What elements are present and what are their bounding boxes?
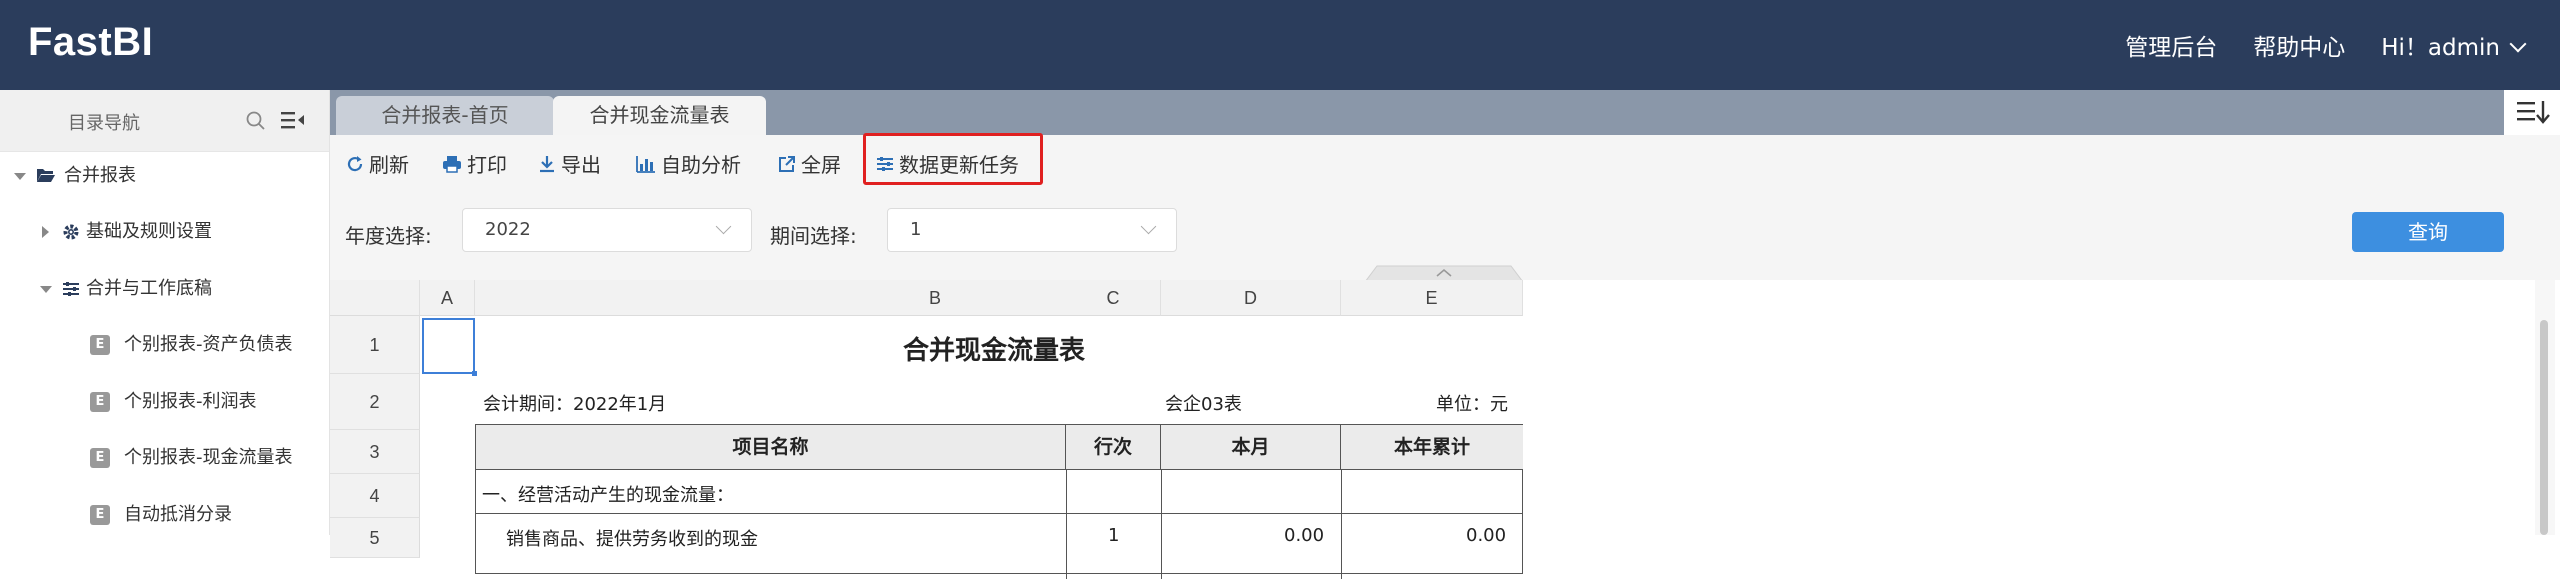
collapse-menu-icon[interactable] (280, 108, 306, 132)
report-title: 合并现金流量表 (903, 336, 1086, 366)
header-this-month: 本月 (1161, 425, 1341, 469)
tree-item-label: 个别报表-利润表 (124, 391, 257, 412)
year-select[interactable]: 2022 (462, 208, 752, 252)
folder-open-icon (37, 169, 55, 182)
row-header-1[interactable]: 1 (330, 316, 420, 374)
selected-cell-a1[interactable] (422, 318, 475, 374)
column-header-e[interactable]: E (1341, 280, 1523, 316)
external-link-icon (779, 155, 795, 172)
row5-item: 销售商品、提供劳务收到的现金 (506, 529, 758, 550)
period-label: 期间选择: (770, 224, 857, 248)
top-header: FastBI 管理后台 帮助中心 Hi！admin (0, 0, 2560, 90)
column-header-c[interactable]: C (1066, 280, 1161, 316)
column-header-a[interactable]: A (420, 280, 475, 316)
print-button[interactable]: 打印 (442, 149, 507, 178)
table-rule (476, 513, 1522, 514)
app-logo[interactable]: FastBI (28, 20, 153, 65)
tab-bar: 合并报表-首页 合并现金流量表 (330, 90, 2560, 135)
tab-consolidated-cash-flow[interactable]: 合并现金流量表 (553, 96, 766, 135)
export-button[interactable]: 导出 (538, 149, 601, 178)
table-rule (1161, 469, 1162, 579)
top-nav: 管理后台 帮助中心 Hi！admin (2125, 0, 2527, 90)
report-table: 项目名称 行次 本月 本年累计 一、经营活动产生的现金流量： 销售商品、提供劳务… (475, 424, 1523, 579)
tree-item-label: 合并与工作底稿 (86, 278, 212, 299)
highlight-box (863, 133, 1043, 185)
chevron-down-icon (715, 218, 732, 235)
expand-down-icon[interactable] (40, 286, 52, 293)
sidebar: 目录导航 合并报表 基础及规则设置 合并与工作底稿 E 个别报表-资产负债表 E… (0, 90, 330, 535)
header-line-no: 行次 (1066, 425, 1161, 469)
period-value: 1 (910, 219, 922, 240)
fullscreen-label: 全屏 (801, 153, 841, 177)
expand-down-icon[interactable] (14, 173, 26, 180)
tree-item-label: 自动抵消分录 (124, 504, 232, 525)
row-header-3[interactable]: 3 (330, 430, 420, 474)
toolbar: 刷新 打印 导出 自助分析 全屏 数据更新任务 (330, 135, 2560, 190)
header-item-name: 项目名称 (476, 425, 1066, 469)
period-select[interactable]: 1 (887, 208, 1177, 252)
accounting-period: 会计期间：2022年1月 (483, 394, 667, 415)
sliders-icon (63, 282, 79, 296)
refresh-icon (347, 155, 363, 171)
bar-chart-icon (636, 155, 655, 173)
row5-line-no: 1 (1108, 525, 1120, 546)
report-badge-icon: E (90, 392, 110, 412)
year-label: 年度选择: (345, 224, 432, 248)
user-greeting: Hi！admin (2381, 35, 2500, 61)
query-button[interactable]: 查询 (2352, 212, 2504, 252)
print-label: 打印 (467, 153, 507, 177)
header-ytd: 本年累计 (1341, 425, 1523, 469)
tree-item-label: 基础及规则设置 (86, 221, 212, 242)
spreadsheet: A B C D E 1 2 3 4 5 合并现金流量表 会计期间：2022年1月… (330, 280, 2560, 579)
refresh-label: 刷新 (369, 153, 409, 177)
sidebar-title: 目录导航 (68, 113, 140, 134)
fullscreen-button[interactable]: 全屏 (778, 149, 841, 178)
chevron-down-icon (2509, 35, 2527, 53)
table-rule (476, 469, 1522, 470)
refresh-button[interactable]: 刷新 (346, 149, 409, 178)
expand-right-icon[interactable] (42, 226, 49, 238)
export-label: 导出 (561, 153, 601, 177)
table-rule (1066, 469, 1067, 579)
self-analysis-button[interactable]: 自助分析 (636, 149, 741, 178)
search-icon[interactable] (245, 110, 267, 132)
gear-icon (63, 224, 79, 240)
tree-item-label: 个别报表-现金流量表 (124, 447, 293, 468)
unit-label: 单位：元 (1436, 394, 1508, 415)
chevron-down-icon (1140, 218, 1157, 235)
row5-ytd: 0.00 (1466, 525, 1507, 546)
admin-console-link[interactable]: 管理后台 (2125, 28, 2217, 62)
tree-item-label: 个别报表-资产负债表 (124, 334, 293, 355)
row5-this-month: 0.00 (1284, 525, 1325, 546)
self-analysis-label: 自助分析 (661, 153, 741, 177)
column-header-d[interactable]: D (1161, 280, 1341, 316)
tab-menu-button[interactable] (2504, 90, 2560, 135)
report-badge-icon: E (90, 335, 110, 355)
year-value: 2022 (485, 219, 531, 240)
report-badge-icon: E (90, 505, 110, 525)
table-rule (1341, 469, 1342, 579)
form-number: 会企03表 (1165, 394, 1242, 415)
vertical-scrollbar-thumb[interactable] (2540, 320, 2548, 535)
print-icon (443, 155, 461, 173)
list-sort-icon (2517, 101, 2550, 124)
sidebar-header: 目录导航 (0, 90, 329, 152)
row4-item: 一、经营活动产生的现金流量： (482, 485, 734, 506)
fill-handle[interactable] (472, 371, 477, 376)
corner-cell[interactable] (330, 280, 420, 316)
row-header-5[interactable]: 5 (330, 518, 420, 558)
tab-consolidated-home[interactable]: 合并报表-首页 (336, 96, 554, 135)
download-icon (540, 155, 554, 172)
report-badge-icon: E (90, 448, 110, 468)
help-center-link[interactable]: 帮助中心 (2253, 28, 2345, 62)
row-header-4[interactable]: 4 (330, 474, 420, 518)
user-menu[interactable]: Hi！admin (2381, 28, 2527, 62)
tree-item-label: 合并报表 (64, 165, 136, 186)
row-header-2[interactable]: 2 (330, 374, 420, 430)
